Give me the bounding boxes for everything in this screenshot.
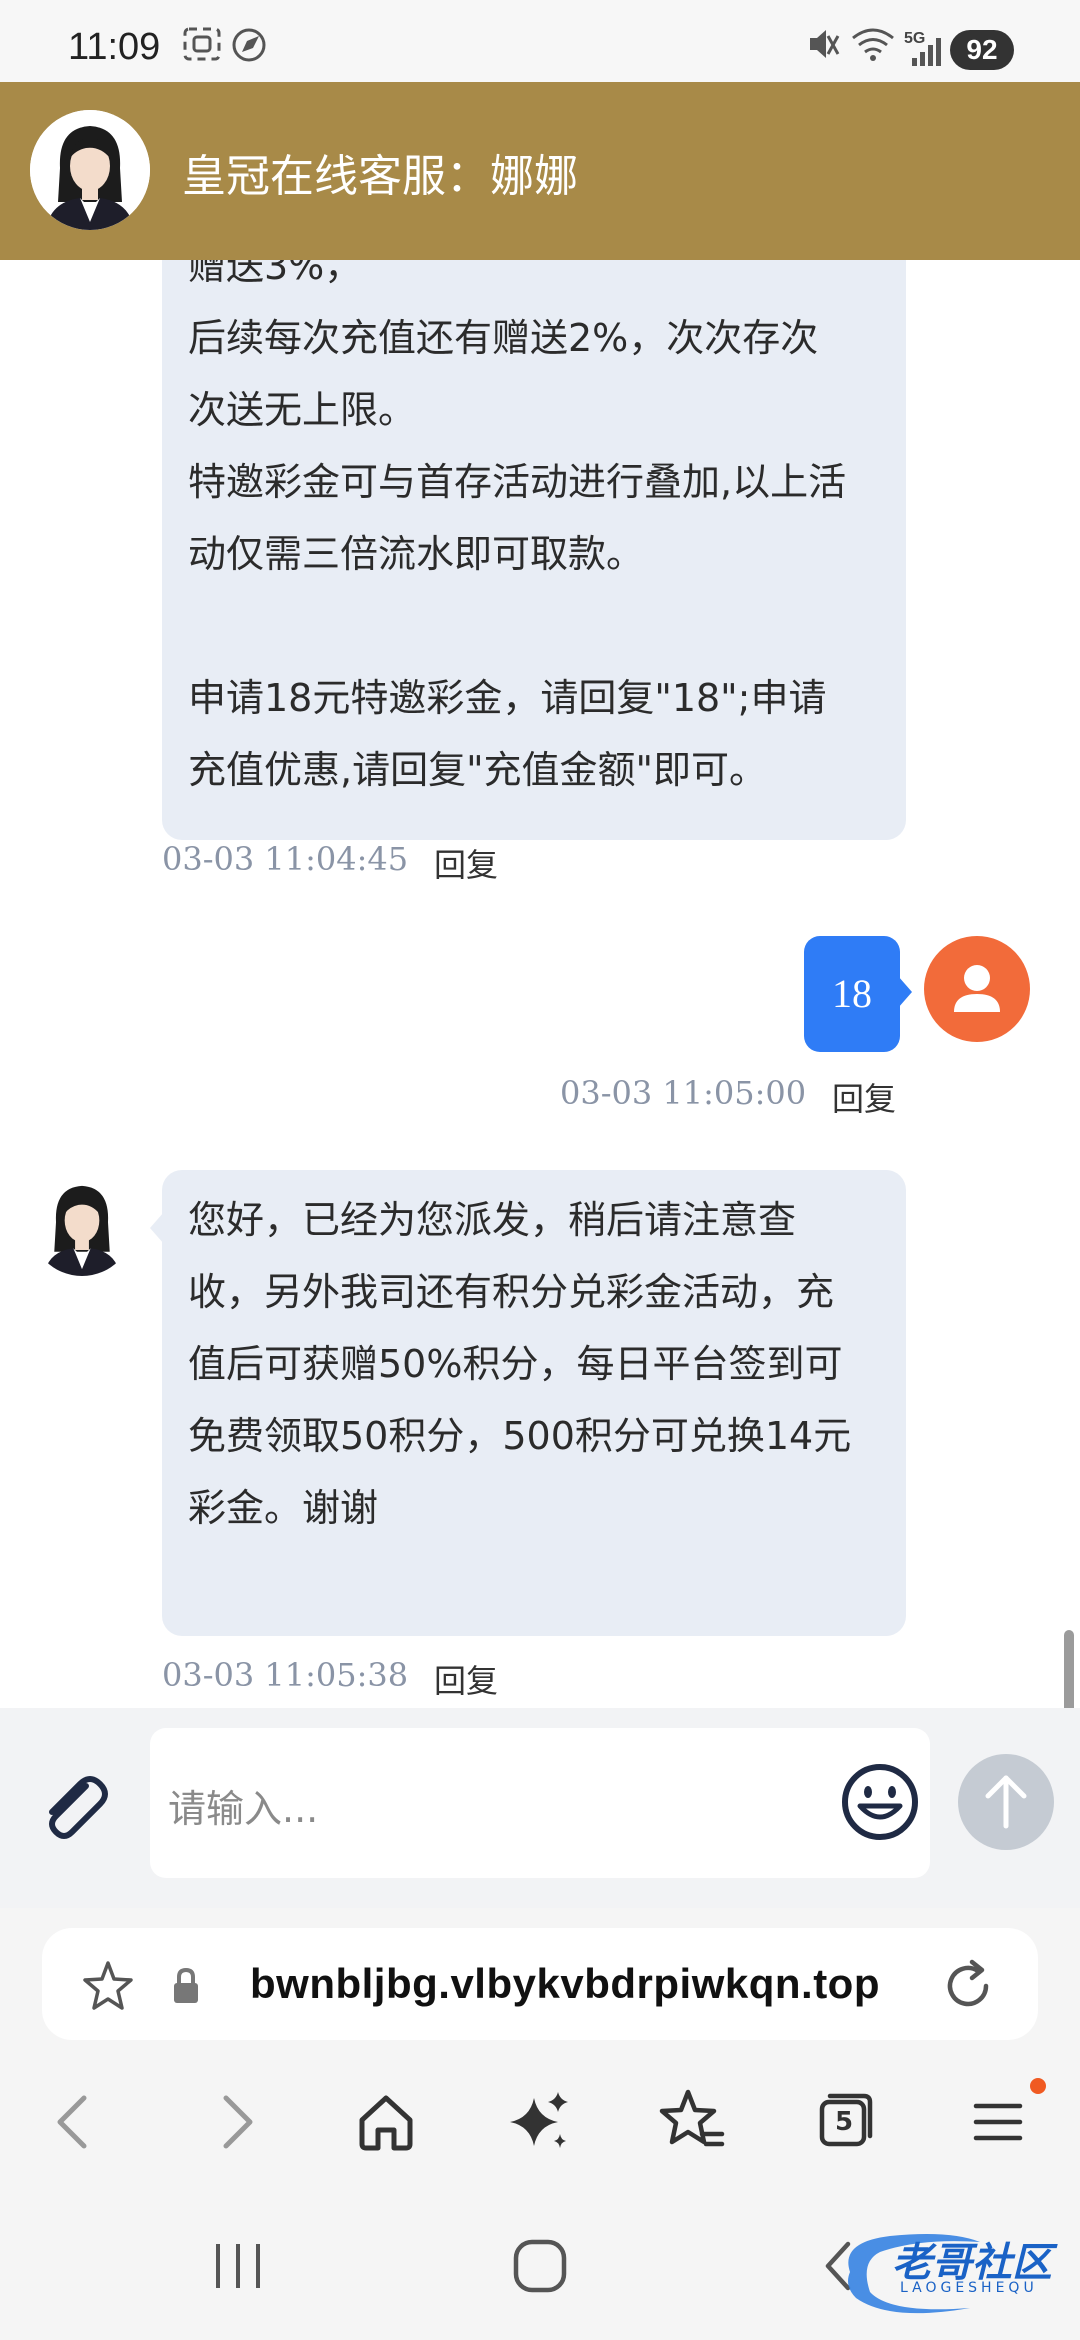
mute-icon <box>810 30 840 58</box>
user-message-bubble: 18 <box>804 936 900 1052</box>
favorites-icon[interactable] <box>658 2088 726 2152</box>
reply-button[interactable]: 回复 <box>434 840 498 886</box>
header-title: 皇冠在线客服：娜娜 <box>182 151 578 202</box>
status-bar: 11:09 5G 92 <box>0 0 1080 82</box>
message-line: 动仅需三倍流水即可取款。 <box>188 532 645 576</box>
message-line: 申请18元特邀彩金，请回复"18";申请 <box>188 676 827 720</box>
browser-navbar: 5 <box>0 2040 1080 2190</box>
message-timestamp: 03-03 11:04:45 <box>162 840 409 878</box>
message-line: 后续每次充值还有赠送2%，次次存次 <box>188 316 819 360</box>
attachment-icon[interactable] <box>34 1766 114 1846</box>
message-text: 18 <box>832 971 872 1016</box>
message-input-bar: 请输入... <box>0 1708 1080 1908</box>
signal-icon <box>912 38 941 66</box>
message-line <box>188 590 880 662</box>
url-text: bwnbljbg.vlbykvbdrpiwkqn.top <box>250 1960 880 2007</box>
user-icon <box>954 965 1000 1012</box>
arrow-up-icon <box>985 1775 1027 1829</box>
notification-dot <box>1030 2078 1046 2094</box>
agent-message-bubble: 您好，已经为您派发，稍后请注意查 收，另外我司还有积分兑彩金活动，充 值后可获赠… <box>162 1170 906 1636</box>
address-bar[interactable]: bwnbljbg.vlbykvbdrpiwkqn.top <box>42 1928 1038 2040</box>
tab-count: 5 <box>835 2107 854 2137</box>
message-line: 值后可获赠50%积分，每日平台签到可 <box>188 1342 843 1386</box>
home-icon[interactable] <box>356 2092 416 2152</box>
status-time: 11:09 <box>68 26 161 68</box>
forward-icon[interactable] <box>210 2092 260 2152</box>
screenshot-icon <box>183 27 221 61</box>
home-button-icon[interactable] <box>510 2236 570 2296</box>
back-icon[interactable] <box>50 2092 100 2152</box>
sparkle-icon[interactable] <box>508 2088 572 2152</box>
tabs-button[interactable]: 5 <box>816 2090 876 2150</box>
reply-button[interactable]: 回复 <box>832 1074 896 1120</box>
message-line: 赠送3%， <box>188 260 363 288</box>
bookmark-star-icon[interactable] <box>80 1958 136 2014</box>
input-placeholder: 请输入... <box>168 1787 319 1831</box>
message-line: 特邀彩金可与首存活动进行叠加,以上活 <box>188 460 847 504</box>
message-timestamp: 03-03 11:05:38 <box>162 1656 409 1694</box>
message-line: 免费领取50积分，500积分可兑换14元 <box>188 1414 852 1458</box>
chat-scrollbar[interactable] <box>1064 1630 1074 1708</box>
watermark-subtext: LAOGESHEQU <box>900 2280 1038 2296</box>
bubble-tail <box>898 976 912 1008</box>
watermark-logo: 老哥社区 LAOGESHEQU <box>830 2222 1070 2322</box>
recent-apps-icon[interactable] <box>210 2240 266 2292</box>
message-line: 您好，已经为您派发，稍后请注意查 <box>188 1198 797 1242</box>
chat-header: 皇冠在线客服：娜娜 <box>0 82 1080 260</box>
menu-icon[interactable] <box>970 2094 1026 2150</box>
message-timestamp: 03-03 11:05:00 <box>560 1074 807 1112</box>
compass-icon <box>232 28 266 62</box>
message-line: 次送无上限。 <box>188 388 417 432</box>
reply-button[interactable]: 回复 <box>434 1656 498 1702</box>
message-input[interactable]: 请输入... <box>150 1728 930 1878</box>
agent-avatar <box>30 110 150 230</box>
send-button[interactable] <box>958 1754 1054 1850</box>
emoji-icon[interactable] <box>840 1762 920 1842</box>
user-avatar <box>924 936 1030 1042</box>
wifi-icon <box>852 28 894 61</box>
message-line: 收，另外我司还有积分兑彩金活动，充 <box>188 1270 835 1314</box>
message-line: 彩金。谢谢 <box>188 1486 379 1530</box>
chat-area: 赠送3%， 后续每次充值还有赠送2%，次次存次 次送无上限。 特邀彩金可与首存活… <box>0 260 1080 1708</box>
agent-message-bubble: 赠送3%， 后续每次充值还有赠送2%，次次存次 次送无上限。 特邀彩金可与首存活… <box>162 260 906 840</box>
message-line: 充值优惠,请回复"充值金额"即可。 <box>188 748 768 792</box>
agent-avatar <box>30 1172 134 1276</box>
reload-icon[interactable] <box>938 1956 998 2016</box>
lock-icon <box>174 1967 198 2003</box>
battery-indicator: 92 <box>950 30 1014 70</box>
